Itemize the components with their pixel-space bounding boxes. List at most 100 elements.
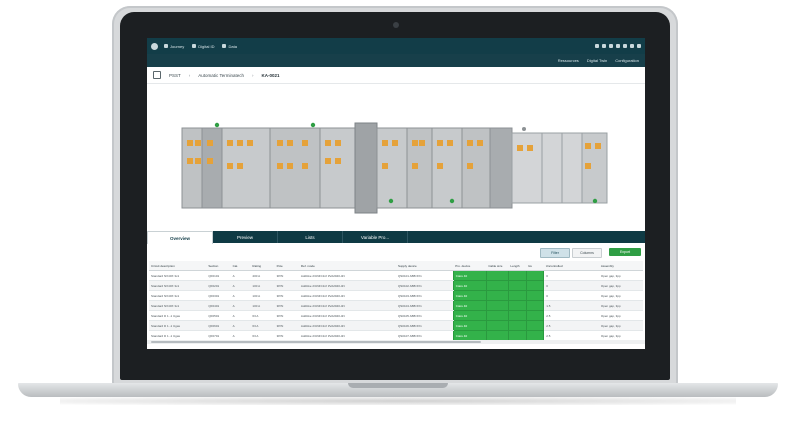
table-cell <box>485 280 509 291</box>
table-cell <box>485 320 509 331</box>
column-header[interactable]: Length <box>508 261 527 271</box>
table-cell: Additive 2/4NFC1/2 3VA2040-4N <box>298 320 396 331</box>
table-cell: A <box>230 320 251 331</box>
export-button[interactable]: Export <box>609 248 641 256</box>
table-cell: QS0103 ABB 6X1 <box>395 290 454 301</box>
home-icon[interactable] <box>153 71 161 79</box>
table-cell: QF0401 <box>206 300 231 311</box>
app-screen: Journey Digital ID Data Ressources Digit… <box>147 38 645 349</box>
table-cell <box>525 320 545 331</box>
column-header[interactable]: Rating <box>250 261 275 271</box>
table-cell <box>507 330 527 341</box>
table-cell: QS0104 ABB 6X1 <box>395 300 454 311</box>
table-cell: Standard NX40X 3x1 <box>149 270 207 281</box>
subnav-ressources[interactable]: Ressources <box>558 58 579 63</box>
table-cell <box>507 320 527 331</box>
table-cell <box>525 270 545 281</box>
table-cell: 2.5 <box>543 320 599 331</box>
table-cell: 0 <box>543 280 599 291</box>
table-cell: 3P/N <box>274 290 299 301</box>
info-icon[interactable] <box>630 44 634 48</box>
table-row[interactable]: Standard NX40X 3x1 QF0301 A 100 A 3P/N Additi… <box>149 290 643 301</box>
table-row[interactable]: Standard D 1 -1 Ugas QF0701 A 63 A 3P/N Addit… <box>149 330 643 341</box>
laptop-notch <box>348 383 448 388</box>
table-cell: Additive 2/4NFC1/2 3VA2040-4N <box>298 270 396 281</box>
table-cell: 3P/N <box>274 300 299 311</box>
column-header[interactable]: Ref. mode <box>298 261 396 271</box>
table-cell: A <box>230 290 251 301</box>
table-cell: 3P/N <box>274 330 299 341</box>
table-cell: A <box>230 300 251 311</box>
subnav-digital-twin[interactable]: Digital Twin <box>587 58 607 63</box>
switchgear-diagram[interactable] <box>147 83 645 223</box>
table-cell: 63 A <box>250 320 275 331</box>
table-row[interactable]: Standard D 1 -1 Ugas QF0501 A 63 A 3P/N Addit… <box>149 310 643 321</box>
table-row[interactable]: Standard NX40X 3x1 QF0101 A 400 A 3P/N Additi… <box>149 270 643 281</box>
user-icon[interactable] <box>595 44 599 48</box>
gear-icon[interactable] <box>609 44 613 48</box>
table-cell <box>485 270 509 281</box>
table-cell: A <box>230 310 251 321</box>
breadcrumb-item[interactable]: Automatic Terminatech <box>198 73 244 78</box>
table-cell <box>485 310 509 321</box>
filter-button[interactable]: Filter <box>540 248 570 258</box>
help-icon[interactable] <box>623 44 627 48</box>
folder-icon[interactable] <box>602 44 606 48</box>
table-row[interactable]: Standard NX40X 3x1 QF0201 A 100 A 3P/N Additi… <box>149 280 643 291</box>
nav-digital-id[interactable]: Digital ID <box>192 44 214 49</box>
table-cell: 3P/N <box>274 320 299 331</box>
table-cell: QS0102 ABB 6X1 <box>395 280 454 291</box>
nav-data[interactable]: Data <box>222 44 237 49</box>
table-cell <box>525 310 545 321</box>
id-icon <box>192 44 197 48</box>
table-cell: 3P/N <box>274 270 299 281</box>
subnav-configuration[interactable]: Configuration <box>615 58 639 63</box>
column-header[interactable]: Section <box>206 261 231 271</box>
columns-button[interactable]: Columns <box>572 248 602 258</box>
table-cell <box>485 300 509 311</box>
table-cell <box>485 290 509 301</box>
column-header[interactable]: Icu <box>526 261 544 271</box>
app-logo-icon[interactable] <box>151 42 158 50</box>
tab-preview[interactable]: Preview <box>213 231 278 243</box>
table-body: Standard NX40X 3x1 QF0101 A 400 A 3P/N Additi… <box>149 270 643 341</box>
column-header[interactable]: Uncontrolled <box>543 261 599 271</box>
table-cell <box>525 280 545 291</box>
table-cell: Open gap, 3pp <box>598 280 643 291</box>
table-cell: Ciaru 40 <box>452 280 487 291</box>
table-cell: QF0701 <box>206 330 231 341</box>
table-cell: Ciaru 40 <box>452 270 487 281</box>
column-header[interactable]: Pro. device <box>453 261 487 271</box>
table-row[interactable]: Standard D 1 -1 Ugas QF0601 A 63 A 3P/N Addit… <box>149 320 643 331</box>
tab-bar: Overview Preview Lists Variable Pro... <box>147 231 645 244</box>
column-header[interactable]: Supply device <box>395 261 454 271</box>
table-row[interactable]: Standard NX40X 3x1 QF0401 A 100 A 3P/N Additi… <box>149 300 643 311</box>
cabinet-row <box>181 122 608 214</box>
scrollbar-thumb[interactable] <box>151 341 481 343</box>
table-cell: Additive 2/4NFC1/2 3VA2040-4N <box>298 300 396 311</box>
column-header[interactable]: Circuit description <box>149 261 207 271</box>
globe-icon[interactable] <box>637 44 641 48</box>
table-cell: Standard D 1 -1 Ugas <box>149 310 207 321</box>
nav-journey[interactable]: Journey <box>164 44 184 49</box>
tab-lists[interactable]: Lists <box>278 231 343 243</box>
column-header[interactable]: Cable size <box>486 261 509 271</box>
breadcrumb-separator: › <box>251 72 254 78</box>
table-cell: QF0301 <box>206 290 231 301</box>
table-cell: QS0106 ABB 6X1 <box>395 320 454 331</box>
sub-navbar: Ressources Digital Twin Configuration <box>147 54 645 67</box>
table-cell: Standard D 1 -1 Ugas <box>149 320 207 331</box>
tab-overview[interactable]: Overview <box>147 231 213 244</box>
column-header[interactable]: Pole <box>274 261 299 271</box>
column-header[interactable]: Assembly <box>598 261 643 271</box>
column-header[interactable]: Cat. <box>230 261 251 271</box>
data-icon <box>222 44 227 48</box>
cart-icon[interactable] <box>616 44 620 48</box>
table-cell: Standard NX40X 3x1 <box>149 290 207 301</box>
table-cell <box>525 330 545 341</box>
breadcrumb-current: KA-0021 <box>261 72 280 78</box>
breadcrumb-item[interactable]: PSST <box>169 73 181 78</box>
table-cell: Standard NX40X 3x1 <box>149 300 207 311</box>
tab-variable-pro[interactable]: Variable Pro... <box>343 231 408 243</box>
table-cell: Open gap, 3pp <box>598 330 643 341</box>
